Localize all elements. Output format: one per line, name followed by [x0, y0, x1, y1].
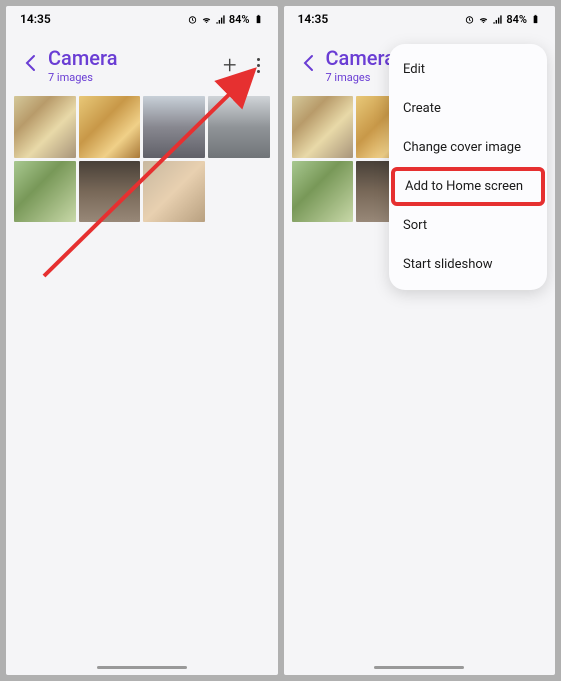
status-indicators: 84% [187, 13, 264, 26]
alarm-icon [464, 14, 475, 25]
menu-sort[interactable]: Sort [389, 206, 547, 245]
menu-create[interactable]: Create [389, 89, 547, 128]
wifi-icon [478, 14, 489, 25]
menu-add-home-screen[interactable]: Add to Home screen [391, 167, 545, 206]
battery-icon [530, 14, 541, 25]
more-dropdown: Edit Create Change cover image Add to Ho… [389, 44, 547, 290]
phone-screen-right: 14:35 84% Camera 7 images Edit Create Ch… [284, 6, 556, 675]
menu-edit[interactable]: Edit [389, 50, 547, 89]
menu-slideshow[interactable]: Start slideshow [389, 245, 547, 284]
phone-screen-left: 14:35 84% Camera 7 images + [6, 6, 278, 675]
thumbnail[interactable] [292, 96, 354, 158]
title-block: Camera 7 images [48, 46, 215, 84]
more-button[interactable] [255, 56, 262, 75]
home-indicator[interactable] [97, 666, 187, 669]
thumbnail[interactable] [143, 161, 205, 223]
battery-icon [253, 14, 264, 25]
battery-pct: 84% [229, 13, 250, 26]
album-header: Camera 7 images + [6, 30, 278, 96]
thumbnail[interactable] [79, 161, 141, 223]
status-bar: 14:35 84% [6, 6, 278, 30]
battery-pct: 84% [506, 13, 527, 26]
thumbnail-grid [6, 96, 278, 222]
status-time: 14:35 [298, 12, 329, 26]
signal-icon [492, 14, 503, 25]
add-button[interactable]: + [223, 51, 237, 79]
thumbnail[interactable] [79, 96, 141, 158]
menu-change-cover[interactable]: Change cover image [389, 128, 547, 167]
back-button[interactable] [298, 49, 318, 81]
status-time: 14:35 [20, 12, 51, 26]
status-bar: 14:35 84% [284, 6, 556, 30]
home-indicator[interactable] [374, 666, 464, 669]
wifi-icon [201, 14, 212, 25]
thumbnail[interactable] [143, 96, 205, 158]
back-button[interactable] [20, 49, 40, 81]
thumbnail[interactable] [208, 96, 270, 158]
album-subtitle: 7 images [48, 71, 215, 84]
thumbnail[interactable] [292, 161, 354, 223]
status-indicators: 84% [464, 13, 541, 26]
alarm-icon [187, 14, 198, 25]
signal-icon [215, 14, 226, 25]
album-title: Camera [48, 46, 215, 70]
thumbnail[interactable] [14, 96, 76, 158]
header-actions: + [223, 51, 264, 79]
thumbnail[interactable] [14, 161, 76, 223]
